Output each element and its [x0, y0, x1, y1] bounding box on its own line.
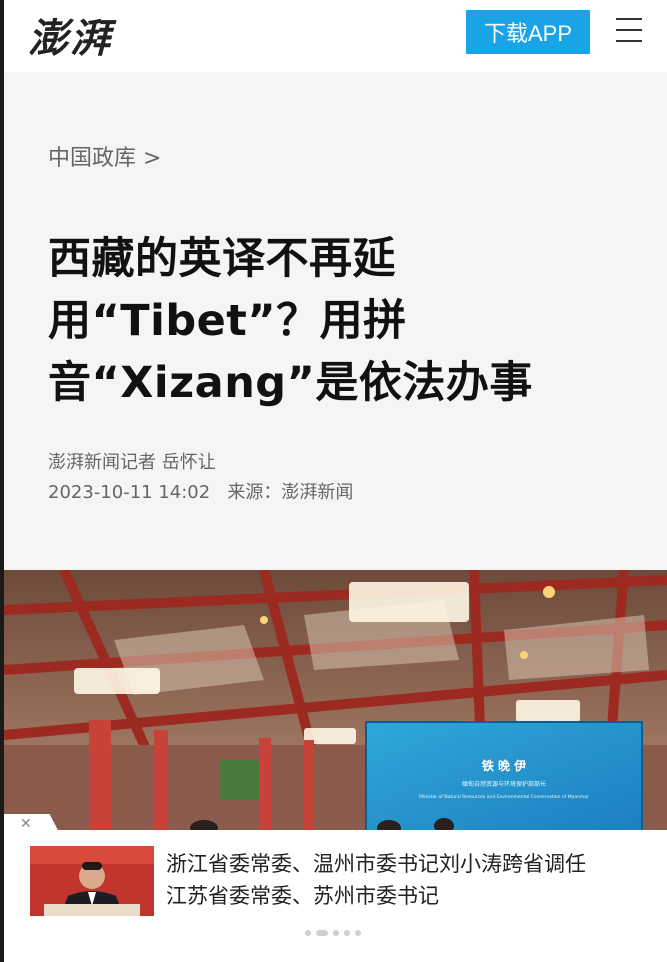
carousel-dot	[333, 930, 339, 936]
publish-info: 2023-10-11 14:02 来源：澎湃新闻	[48, 478, 353, 508]
article-header: 中国政库 > 西藏的英译不再延用“Tibet”？用拼音“Xizang”是依法办事…	[0, 72, 667, 570]
carousel-dot	[305, 930, 311, 936]
recommendation-line-2: 江苏省委常委、苏州市委书记	[166, 884, 439, 908]
recommendation-line-1: 浙江省委常委、温州市委书记刘小涛跨省调任	[166, 852, 586, 876]
screen-subtitle-text: Minister of Natural Resources and Enviro…	[419, 794, 589, 800]
author: 澎湃新闻记者 岳怀让	[48, 452, 216, 473]
article-source: 来源：澎湃新闻	[227, 482, 354, 503]
hero-photo: 铁 晚 伊 缅甸自然资源与环境保护部部长 Minister of Natural…	[4, 570, 667, 832]
publish-datetime: 2023-10-11 14:02	[48, 482, 211, 503]
conference-hall-image: 铁 晚 伊 缅甸自然资源与环境保护部部长 Minister of Natural…	[4, 570, 667, 832]
byline: 澎湃新闻记者 岳怀让 2023-10-11 14:02 来源：澎湃新闻	[48, 448, 353, 508]
screen-title-text: 缅甸自然资源与环境保护部部长	[462, 780, 546, 788]
carousel-dots	[305, 930, 361, 936]
carousel-dot	[344, 930, 350, 936]
carousel-dot	[355, 930, 361, 936]
top-bar: 澎湃 下载APP	[0, 0, 667, 72]
carousel-dot-active	[316, 930, 328, 936]
breadcrumb[interactable]: 中国政库 >	[48, 140, 161, 172]
recommendation-headline[interactable]: 浙江省委常委、温州市委书记刘小涛跨省调任 江苏省委常委、苏州市委书记	[166, 848, 646, 912]
article-title: 西藏的英译不再延用“Tibet”？用拼音“Xizang”是依法办事	[48, 234, 533, 408]
hamburger-menu-icon[interactable]	[616, 18, 642, 44]
screen-name-text: 铁 晚 伊	[482, 758, 526, 773]
window-edge	[0, 0, 4, 962]
site-logo[interactable]: 澎湃	[28, 6, 112, 64]
recommendation-thumbnail[interactable]	[30, 846, 154, 916]
download-app-button[interactable]: 下载APP	[466, 10, 590, 54]
